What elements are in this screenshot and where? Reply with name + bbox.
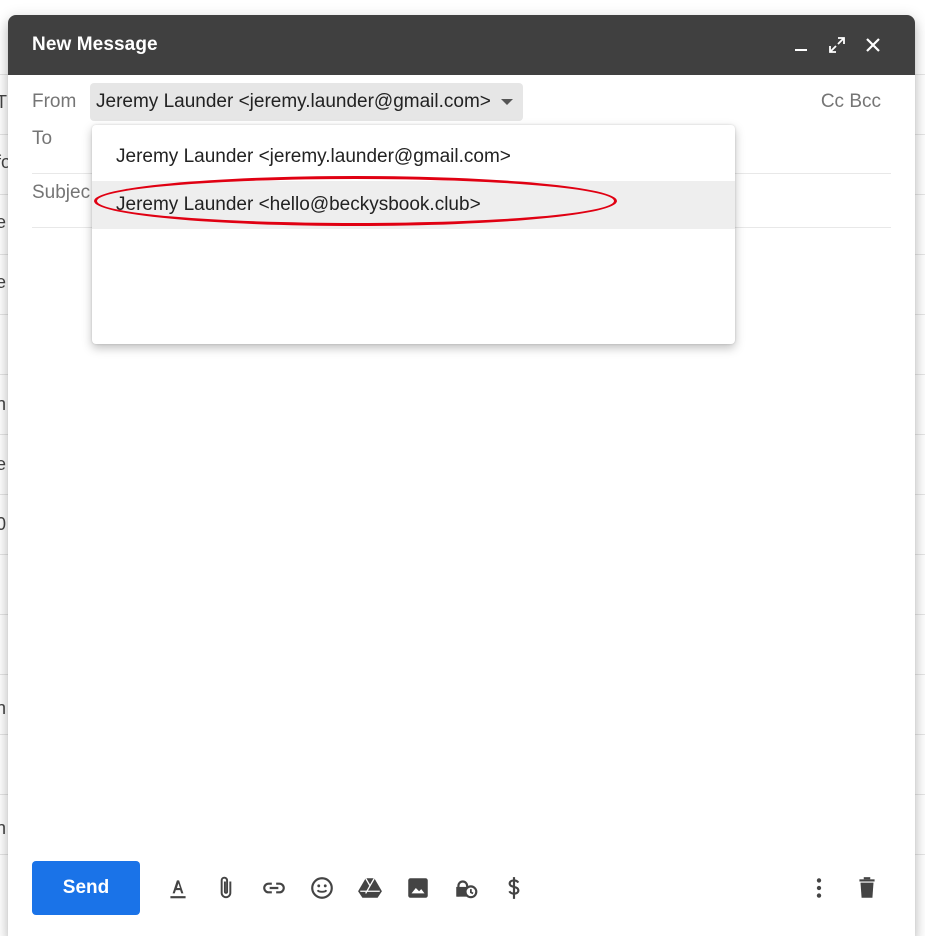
compose-window: New Message From Jeremy Launder <jeremy.… bbox=[8, 15, 915, 936]
link-icon[interactable] bbox=[250, 864, 298, 912]
bg-fragment: n bbox=[0, 698, 7, 718]
minimize-icon[interactable] bbox=[783, 27, 819, 63]
bg-fragment: 0 bbox=[0, 514, 7, 534]
more-options-icon[interactable] bbox=[795, 864, 843, 912]
bg-fragment: n bbox=[0, 818, 7, 838]
subject-placeholder: Subjec bbox=[32, 182, 91, 203]
send-button[interactable]: Send bbox=[32, 861, 140, 915]
dropdown-option-highlighted[interactable]: Jeremy Launder <hello@beckysbook.club> bbox=[92, 181, 735, 229]
bg-fragment: : bbox=[0, 332, 1, 353]
bg-fragment: e bbox=[0, 212, 7, 232]
compose-titlebar[interactable]: New Message bbox=[8, 15, 915, 75]
bg-fragment: n bbox=[0, 394, 7, 414]
expand-icon[interactable] bbox=[819, 27, 855, 63]
bg-fragment: : bbox=[0, 636, 1, 657]
bg-fragment: e bbox=[0, 454, 7, 474]
delete-icon[interactable] bbox=[843, 864, 891, 912]
payment-icon[interactable] bbox=[490, 864, 538, 912]
cc-bcc-link[interactable]: Cc Bcc bbox=[821, 91, 891, 113]
from-label: From bbox=[32, 91, 77, 112]
compose-toolbar: Send bbox=[8, 860, 915, 916]
chevron-down-icon bbox=[500, 99, 513, 105]
to-label: To bbox=[32, 128, 53, 149]
from-select[interactable]: Jeremy Launder <jeremy.launder@gmail.com… bbox=[90, 83, 523, 121]
from-selected-value: Jeremy Launder <jeremy.launder@gmail.com… bbox=[96, 91, 491, 112]
bg-fragment: e bbox=[0, 272, 7, 292]
compose-title: New Message bbox=[32, 34, 158, 55]
bg-fragment: T bbox=[0, 92, 7, 112]
format-text-icon[interactable] bbox=[154, 864, 202, 912]
confidential-mode-icon[interactable] bbox=[442, 864, 490, 912]
from-dropdown-menu: Jeremy Launder <jeremy.launder@gmail.com… bbox=[92, 125, 735, 344]
drive-icon[interactable] bbox=[346, 864, 394, 912]
close-icon[interactable] bbox=[855, 27, 891, 63]
dropdown-option[interactable]: Jeremy Launder <jeremy.launder@gmail.com… bbox=[92, 133, 735, 181]
emoji-icon[interactable] bbox=[298, 864, 346, 912]
photo-icon[interactable] bbox=[394, 864, 442, 912]
attach-icon[interactable] bbox=[202, 864, 250, 912]
